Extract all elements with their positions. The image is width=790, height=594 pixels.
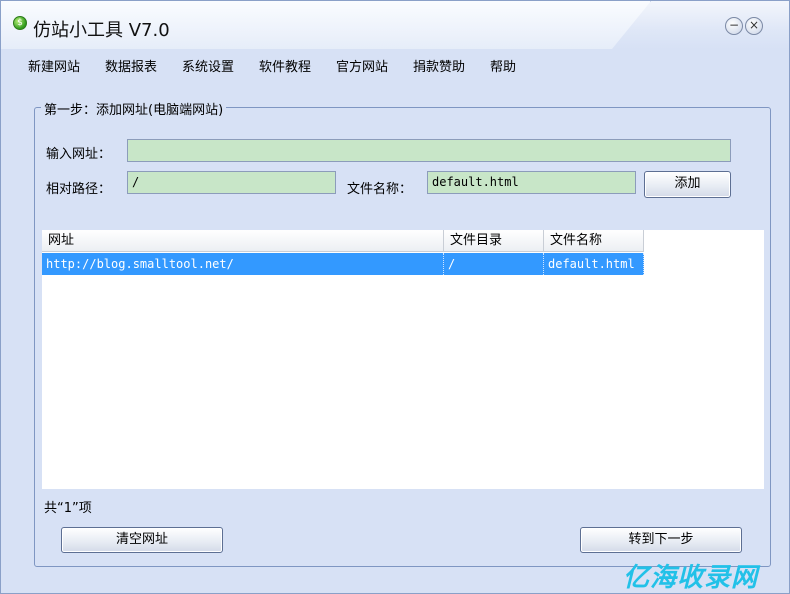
column-header-filename[interactable]: 文件名称 xyxy=(544,230,644,252)
app-logo-icon: $ xyxy=(13,16,27,30)
filename-input[interactable]: default.html xyxy=(427,171,636,194)
menu-item-help[interactable]: 帮助 xyxy=(490,56,516,75)
menu-item-data-report[interactable]: 数据报表 xyxy=(105,56,157,75)
item-count: 共“1”项 xyxy=(44,501,92,516)
window-title: 仿站小工具 V7.0 xyxy=(33,20,170,41)
watermark: 亿海收录网 xyxy=(623,563,759,593)
next-step-button[interactable]: 转到下一步 xyxy=(580,527,742,553)
title-bar[interactable]: $ 仿站小工具 V7.0 − × xyxy=(1,1,789,49)
minimize-icon[interactable]: − xyxy=(725,17,743,35)
menu-item-settings[interactable]: 系统设置 xyxy=(182,56,234,75)
cell-url: http://blog.smalltool.net/ xyxy=(42,253,444,275)
column-header-url[interactable]: 网址 xyxy=(42,230,444,252)
cell-directory: / xyxy=(444,253,544,275)
url-input[interactable] xyxy=(127,139,731,162)
url-label: 输入网址： xyxy=(46,147,112,162)
step1-legend: 第一步：添加网址(电脑端网站) xyxy=(41,99,227,118)
relative-path-input[interactable]: / xyxy=(127,171,336,194)
add-button[interactable]: 添加 xyxy=(644,171,731,198)
filename-label: 文件名称： xyxy=(347,182,413,197)
relative-path-label: 相对路径： xyxy=(46,182,112,197)
url-list[interactable]: 网址 文件目录 文件名称 http://blog.smalltool.net/ … xyxy=(42,230,764,489)
menu-item-new-site[interactable]: 新建网站 xyxy=(28,56,80,75)
cell-filename: default.html xyxy=(544,253,644,275)
list-header: 网址 文件目录 文件名称 xyxy=(42,230,644,252)
main-window: $ 仿站小工具 V7.0 − × 新建网站 数据报表 系统设置 软件教程 官方网… xyxy=(0,0,790,594)
menu-item-tutorial[interactable]: 软件教程 xyxy=(259,56,311,75)
menu-item-donate[interactable]: 捐款赞助 xyxy=(413,56,465,75)
table-row[interactable]: http://blog.smalltool.net/ / default.htm… xyxy=(42,253,644,275)
menu-item-official-site[interactable]: 官方网站 xyxy=(336,56,388,75)
menu-bar: 新建网站 数据报表 系统设置 软件教程 官方网站 捐款赞助 帮助 xyxy=(1,53,789,77)
column-header-directory[interactable]: 文件目录 xyxy=(444,230,544,252)
close-icon[interactable]: × xyxy=(745,17,763,35)
clear-urls-button[interactable]: 清空网址 xyxy=(61,527,223,553)
